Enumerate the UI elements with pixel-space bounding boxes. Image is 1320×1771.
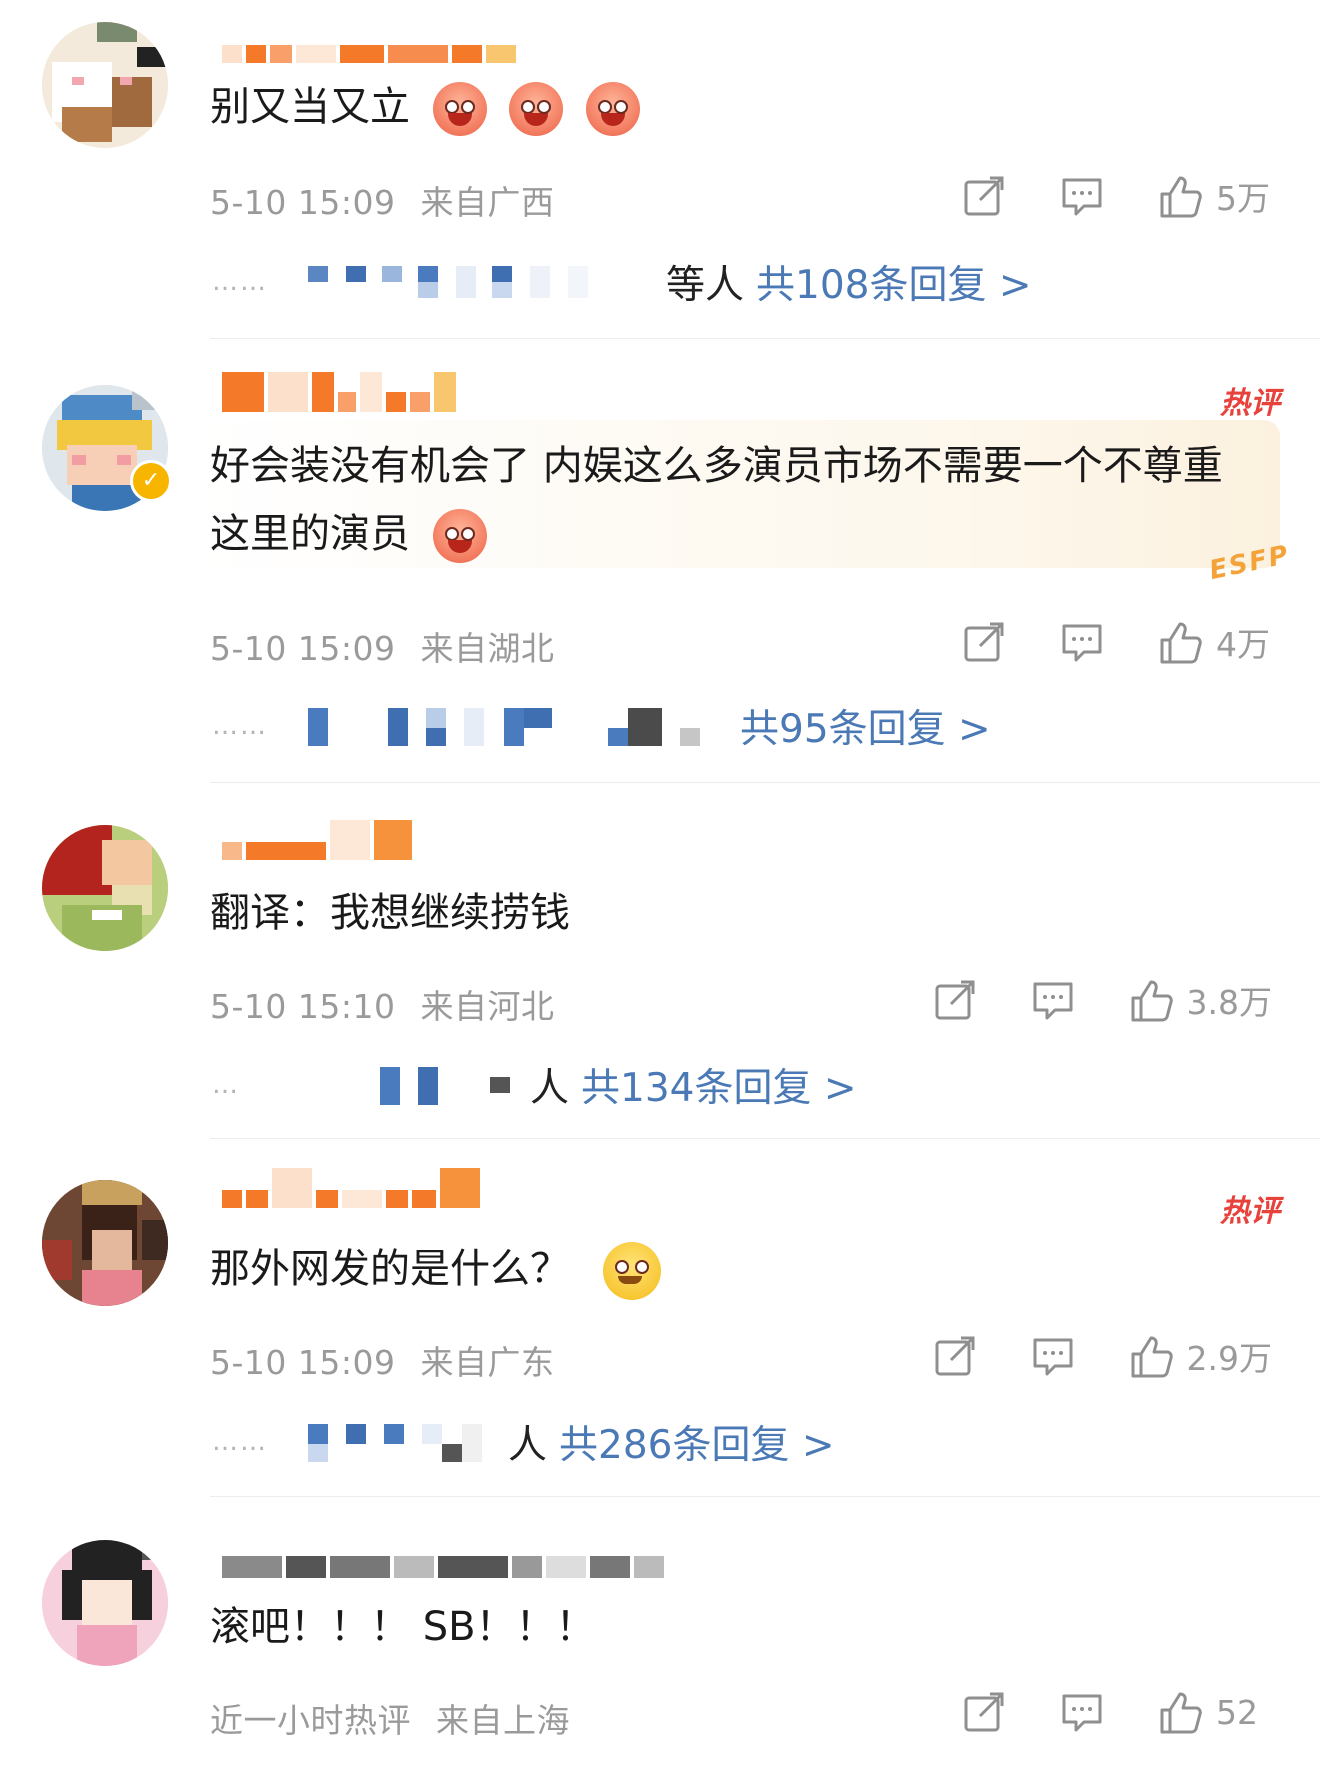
share-icon[interactable] [933,978,977,1022]
location: 来自广西 [420,183,555,222]
reply-count-link[interactable]: 共108条回复 > [756,254,1032,310]
share-icon[interactable] [962,174,1006,218]
comment-actions: 3.8万 [879,976,1272,1024]
comment-icon[interactable] [1031,1334,1075,1378]
shy-emoji-icon [432,509,487,563]
comment-actions: 4万 [908,618,1272,666]
username-mosaic[interactable] [222,1552,664,1578]
comment-icon[interactable] [1060,174,1104,218]
reply-dots: …… [212,267,268,297]
thumbs-up-icon[interactable] [1158,1690,1202,1734]
avatar[interactable] [42,22,168,148]
thumbs-up-icon[interactable] [1158,174,1202,218]
divider [210,782,1320,783]
like-count: 2.9万 [1186,1339,1272,1378]
comment-text: 别又当又立 [210,72,1270,142]
reply-users-mosaic [380,1067,510,1105]
comment-icon[interactable] [1031,978,1075,1022]
like-count: 5万 [1216,179,1270,218]
like-count: 52 [1216,1692,1258,1732]
comment-meta: 5-10 15:09 来自广西 [210,176,555,224]
location: 来自上海 [436,1701,570,1740]
divider [210,1138,1320,1139]
comment-text: 翻译：我想继续捞钱 [210,890,570,936]
reply-count-link[interactable]: 共95条回复 > [740,698,991,754]
comment-text: 滚吧！！！ SB！！！ [210,1604,596,1650]
comment-meta: 5-10 15:10 来自河北 [210,980,555,1028]
reply-summary-row[interactable]: …… 等人 共108条回复 > [212,252,1032,312]
timestamp: 5-10 15:09 [210,183,396,222]
username-mosaic[interactable] [222,37,516,63]
avatar[interactable] [42,1180,168,1306]
comment-icon[interactable] [1060,620,1104,664]
share-icon[interactable] [933,1334,977,1378]
username-mosaic[interactable] [222,372,456,412]
reply-count-link[interactable]: 共286条回复 > [559,1414,835,1470]
timestamp: 5-10 15:10 [210,987,396,1026]
reply-users-tail: 人 [530,1066,570,1111]
grin-emoji-icon [509,82,564,136]
share-icon[interactable] [962,1690,1006,1734]
like-count: 4万 [1216,625,1270,664]
comment-meta: 近一小时热评 来自上海 [210,1694,570,1742]
comment-actions: 52 [908,1690,1272,1734]
thumbs-up-icon[interactable] [1158,620,1202,664]
reply-dots: …… [212,1427,268,1457]
username-mosaic[interactable] [222,1168,480,1208]
location: 来自湖北 [420,629,555,668]
thumbs-up-icon[interactable] [1129,1334,1173,1378]
reply-users-tail: 人 [508,1423,548,1468]
reply-users-mosaic [308,708,700,746]
hot-comment-tag: 热评 [1220,386,1280,421]
verified-badge-icon: ✓ [130,460,172,502]
comment-meta: 5-10 15:09 来自湖北 [210,622,555,670]
reply-users-mosaic [308,1424,482,1462]
grin-emoji-icon [432,82,487,136]
reply-dots: …… [212,711,268,741]
thumbs-up-icon[interactable] [1129,978,1173,1022]
reply-users-tail: 等人 [666,263,745,308]
divider [210,338,1320,339]
avatar[interactable] [42,825,168,951]
reply-dots: … [212,1070,240,1100]
divider [210,1496,1320,1497]
comment-text: 好会装没有机会了 内娱这么多演员市场不需要一个不尊重这里的演员 [210,432,1250,568]
timestamp: 近一小时热评 [210,1701,411,1740]
reply-count-link[interactable]: 共134条回复 > [581,1057,857,1113]
timestamp: 5-10 15:09 [210,629,396,668]
share-icon[interactable] [962,620,1006,664]
hot-comment-tag: 热评 [1220,1194,1280,1229]
reply-summary-row[interactable]: …… 共95条回复 > [212,696,991,756]
location: 来自河北 [420,987,555,1026]
like-count: 3.8万 [1186,983,1272,1022]
grin-emoji-icon [586,82,641,136]
reply-summary-row[interactable]: … 人 共134条回复 > [212,1055,857,1115]
timestamp: 5-10 15:09 [210,1343,396,1382]
comment-text: 那外网发的是什么？ [210,1234,1270,1304]
comment-actions: 2.9万 [879,1332,1272,1380]
reply-users-mosaic [308,266,588,298]
comment-meta: 5-10 15:09 来自广东 [210,1336,555,1384]
reply-summary-row[interactable]: …… 人 共286条回复 > [212,1412,835,1472]
avatar[interactable] [42,1540,168,1666]
comment-icon[interactable] [1060,1690,1104,1734]
dizzy-emoji-icon [602,1242,661,1300]
location: 来自广东 [420,1343,555,1382]
comment-actions: 5万 [908,172,1272,220]
username-mosaic[interactable] [222,820,412,860]
